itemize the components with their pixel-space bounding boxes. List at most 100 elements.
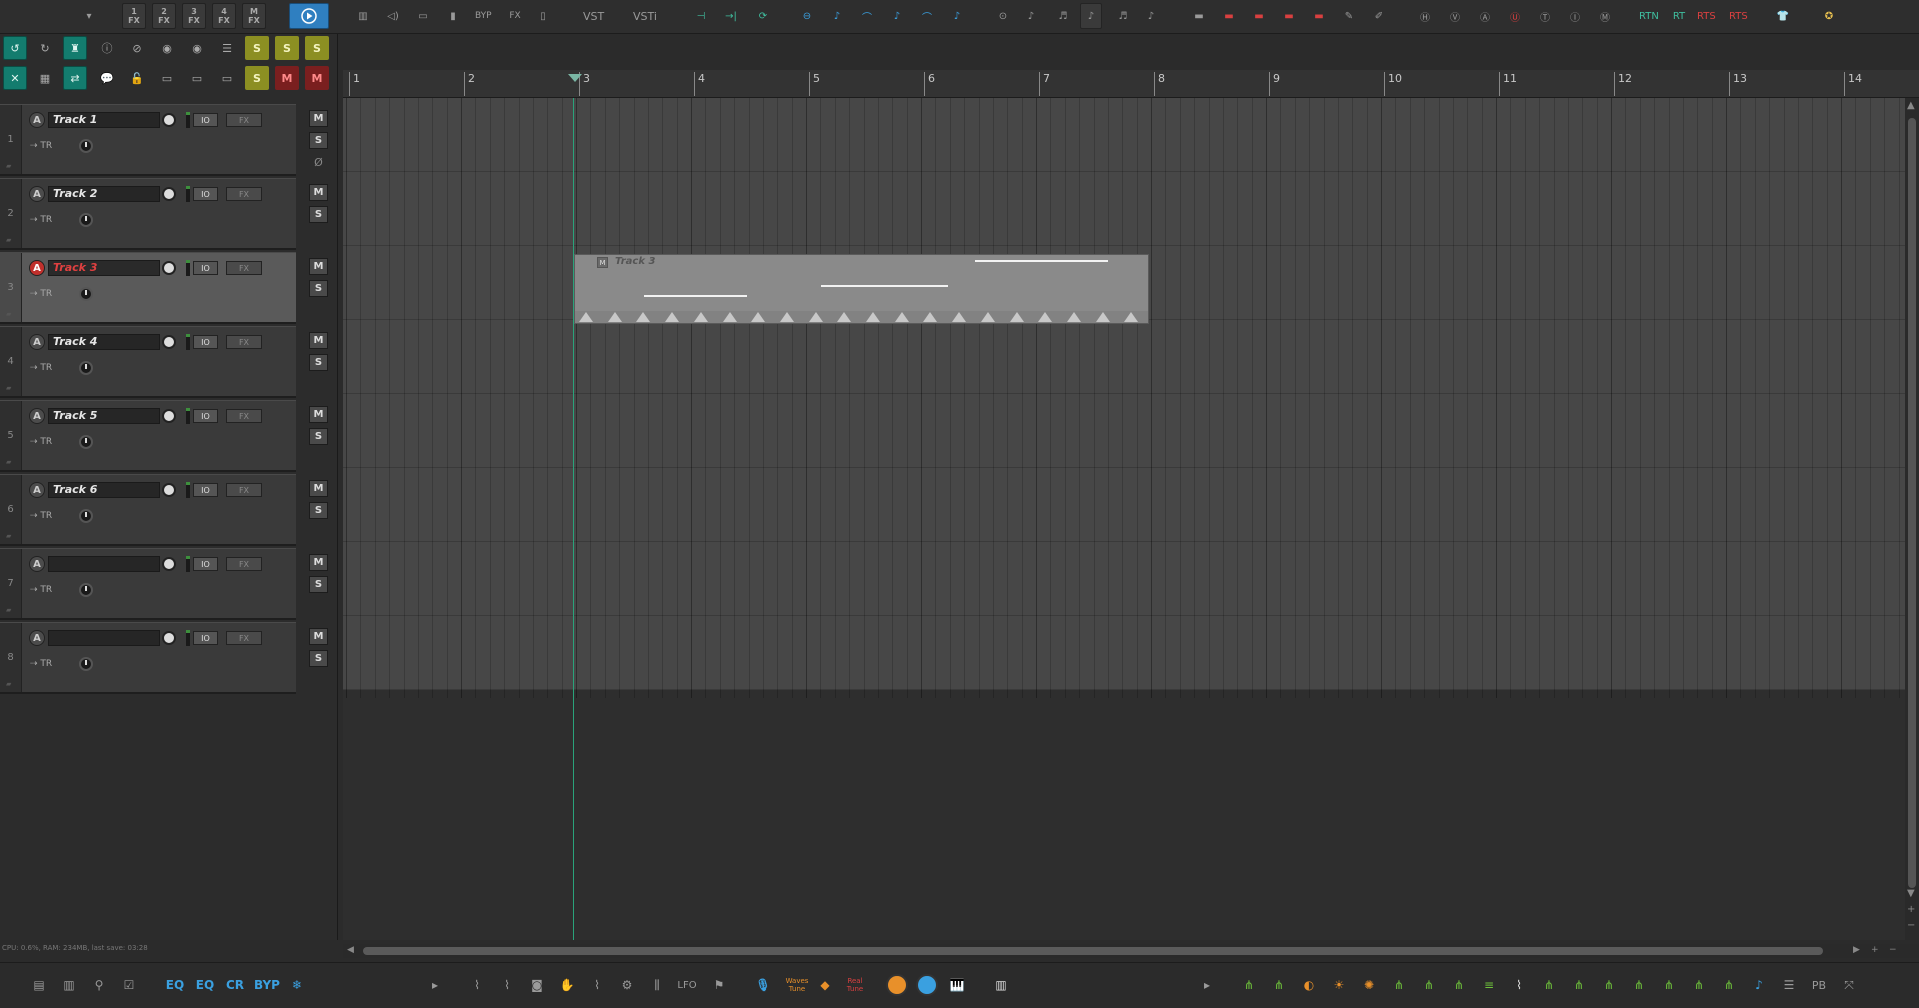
- keyboard-icon[interactable]: ▥: [990, 973, 1012, 997]
- pencil-icon[interactable]: ✎: [1338, 3, 1360, 29]
- green-tool-icon-4[interactable]: ⋔: [1538, 973, 1560, 997]
- monitor-icon[interactable]: ▭: [412, 3, 434, 29]
- mute-clear-icon[interactable]: M: [275, 66, 299, 90]
- pan-knob[interactable]: [79, 435, 93, 449]
- folder-state-icon[interactable]: ▰: [6, 236, 11, 244]
- zoom-icon[interactable]: ⊖: [796, 3, 818, 29]
- route-label[interactable]: ⇢ TR: [30, 215, 52, 225]
- h-circle-icon[interactable]: Ⓗ: [1414, 3, 1436, 29]
- volume-knob[interactable]: [162, 187, 176, 201]
- fx-button[interactable]: FX: [226, 557, 262, 571]
- volume-knob[interactable]: [162, 409, 176, 423]
- rtn-button[interactable]: RTN: [1636, 3, 1662, 29]
- fx-button[interactable]: FX: [226, 631, 262, 645]
- green-tool-icon-9[interactable]: ⋔: [1688, 973, 1710, 997]
- m-circle-icon[interactable]: Ⓜ: [1594, 3, 1616, 29]
- mixer-icon[interactable]: ▥: [352, 3, 374, 29]
- io-button[interactable]: IO: [193, 631, 218, 645]
- triplet-note-icon[interactable]: ♬: [1112, 3, 1134, 29]
- zoom-in-vertical-icon[interactable]: +: [1907, 904, 1915, 915]
- lock-icon[interactable]: 🔓: [125, 66, 149, 90]
- route-label[interactable]: ⇢ TR: [30, 659, 52, 669]
- track-name-field[interactable]: Track 2: [48, 186, 160, 202]
- vst-button[interactable]: VST: [580, 3, 607, 29]
- pan-knob[interactable]: [79, 287, 93, 301]
- folder-icon-2[interactable]: ▭: [185, 66, 209, 90]
- eighth-note-icon[interactable]: ♪: [1020, 3, 1042, 29]
- track-row[interactable]: 8 A IO FX ⇢ TR ▰: [0, 622, 296, 694]
- microphone-icon[interactable]: 🎙: [752, 973, 774, 997]
- fx-button[interactable]: FX: [226, 113, 262, 127]
- mute-button[interactable]: M: [309, 110, 328, 127]
- track-lane[interactable]: [343, 394, 1905, 468]
- fx-fader-icon[interactable]: ▯: [532, 3, 554, 29]
- track-red-icon-2[interactable]: ▬: [1248, 3, 1270, 29]
- green-tool-icon-7[interactable]: ⋔: [1628, 973, 1650, 997]
- eye-icon-2[interactable]: ◉: [185, 36, 209, 60]
- solo-icon[interactable]: S: [305, 36, 329, 60]
- fx-chain-1-button[interactable]: 1 FX: [122, 3, 146, 29]
- route-label[interactable]: ⇢ TR: [30, 511, 52, 521]
- scroll-down-icon[interactable]: ▼: [1907, 888, 1915, 899]
- track-name-field[interactable]: [48, 556, 160, 572]
- insert-marker-icon[interactable]: ⊣: [690, 3, 712, 29]
- mute-button[interactable]: M: [309, 258, 328, 275]
- mute-button[interactable]: M: [309, 332, 328, 349]
- search-icon[interactable]: ⚲: [88, 973, 110, 997]
- route-label[interactable]: ⇢ TR: [30, 585, 52, 595]
- io-button[interactable]: IO: [193, 557, 218, 571]
- i-circle-icon[interactable]: Ⓘ: [1564, 3, 1586, 29]
- folder-state-icon[interactable]: ▰: [6, 680, 11, 688]
- solo-button[interactable]: S: [309, 280, 328, 297]
- undo-icon[interactable]: ↺: [3, 36, 27, 60]
- horizontal-scroll-thumb[interactable]: [363, 947, 1823, 955]
- toolbar-menu-dropdown[interactable]: ▾: [78, 3, 100, 29]
- fish-icon[interactable]: ◆: [814, 973, 836, 997]
- note-icon[interactable]: ♪: [826, 3, 848, 29]
- vertical-scrollbar[interactable]: ▲ ▼ + −: [1905, 98, 1919, 940]
- pan-knob[interactable]: [79, 657, 93, 671]
- info-icon[interactable]: ⓘ: [95, 36, 119, 60]
- scroll-up-icon[interactable]: ▲: [1907, 100, 1915, 111]
- solo-button[interactable]: S: [309, 132, 328, 149]
- track-name-field[interactable]: Track 3: [48, 260, 160, 276]
- metronome-icon[interactable]: ♜: [63, 36, 87, 60]
- track-row[interactable]: 4 A Track 4 IO FX ⇢ TR ▰: [0, 326, 296, 398]
- hand-icon[interactable]: ✋: [556, 973, 578, 997]
- solo-defeat-icon[interactable]: S: [245, 66, 269, 90]
- scroll-right-icon[interactable]: ▶: [1853, 945, 1860, 955]
- io-button[interactable]: IO: [193, 409, 218, 423]
- lfo-button[interactable]: LFO: [676, 973, 698, 997]
- folder-icon[interactable]: ▭: [155, 66, 179, 90]
- eq-button-2[interactable]: EQ: [194, 973, 216, 997]
- folder-state-icon[interactable]: ▰: [6, 162, 11, 170]
- pan-knob[interactable]: [79, 213, 93, 227]
- mixer-view-icon[interactable]: ▤: [28, 973, 50, 997]
- tie-icon[interactable]: ⌒: [856, 3, 878, 29]
- record-arm-button[interactable]: A: [29, 260, 45, 276]
- green-tool-icon-5[interactable]: ⋔: [1568, 973, 1590, 997]
- track-lane[interactable]: [343, 98, 1905, 172]
- mute-button[interactable]: M: [309, 480, 328, 497]
- tuner-icon[interactable]: ♪: [1748, 973, 1770, 997]
- u-circle-icon[interactable]: Ⓤ: [1504, 3, 1526, 29]
- midi-note[interactable]: [644, 295, 747, 297]
- vsti-tool-icon[interactable]: ⌇: [1508, 973, 1530, 997]
- midi-note[interactable]: [821, 285, 948, 287]
- empty-track-area[interactable]: [343, 696, 1905, 940]
- record-arm-button[interactable]: A: [29, 556, 45, 572]
- record-arm-button[interactable]: A: [29, 334, 45, 350]
- fx-tool-icon-3[interactable]: ≡: [1478, 973, 1500, 997]
- route-label[interactable]: ⇢ TR: [30, 363, 52, 373]
- gear-icon[interactable]: ⚙: [616, 973, 638, 997]
- volume-knob[interactable]: [162, 335, 176, 349]
- scroll-left-icon[interactable]: ◀: [347, 945, 354, 955]
- green-tool-icon-2[interactable]: ⋔: [1268, 973, 1290, 997]
- quantize-icon[interactable]: ⊙: [992, 3, 1014, 29]
- track-row[interactable]: 5 A Track 5 IO FX ⇢ TR ▰: [0, 400, 296, 472]
- note-icon-2[interactable]: ♪: [886, 3, 908, 29]
- pan-knob[interactable]: [79, 361, 93, 375]
- tie-icon-2[interactable]: ⌒: [916, 3, 938, 29]
- phase-invert-button[interactable]: Ø: [309, 154, 328, 171]
- record-arm-button[interactable]: A: [29, 186, 45, 202]
